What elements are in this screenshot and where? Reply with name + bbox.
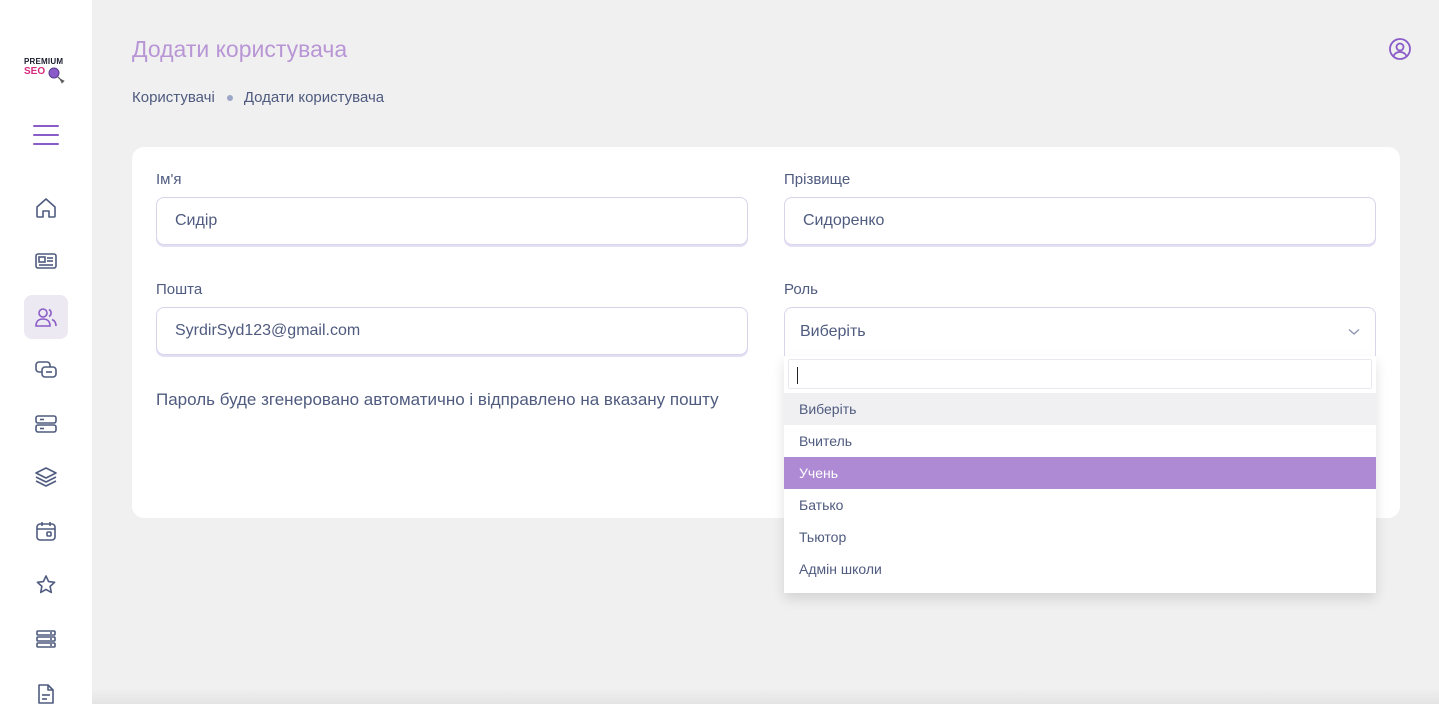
text-caret	[797, 367, 798, 384]
nav-layers[interactable]	[24, 455, 68, 499]
nav-home[interactable]	[24, 186, 68, 230]
role-dropdown: Виберіть Вчитель Учень Батько Тьютор Адм…	[784, 356, 1376, 593]
newspaper-icon	[35, 253, 57, 269]
role-option[interactable]: Батько	[784, 489, 1376, 521]
star-icon	[36, 575, 56, 594]
nav-news[interactable]	[24, 239, 68, 283]
nav-chat[interactable]	[24, 348, 68, 392]
server-icon	[35, 415, 57, 433]
breadcrumb: Користувачі Додати користувача	[132, 89, 384, 106]
footer-shadow	[92, 688, 1439, 704]
users-icon	[35, 308, 57, 327]
nav-favorites[interactable]	[24, 563, 68, 607]
dropdown-search-input[interactable]	[788, 359, 1372, 389]
nav-server[interactable]	[24, 402, 68, 446]
breadcrumb-users-link[interactable]: Користувачі	[132, 89, 215, 106]
first-name-label: Ім'я	[156, 171, 182, 188]
sidebar: PREMIUM SEO	[0, 0, 92, 704]
email-field[interactable]	[156, 307, 748, 355]
password-note: Пароль буде згенеровано автоматично і ві…	[156, 390, 719, 409]
nav-documents[interactable]	[24, 672, 68, 704]
first-name-field[interactable]	[156, 197, 748, 245]
breadcrumb-current: Додати користувача	[243, 89, 385, 106]
home-icon	[36, 198, 56, 218]
logo[interactable]: PREMIUM SEO	[24, 57, 72, 89]
role-option[interactable]: Учень	[784, 457, 1376, 489]
nav-calendar[interactable]	[24, 509, 68, 553]
last-name-label: Прізвище	[784, 171, 851, 188]
user-profile-icon[interactable]	[1388, 37, 1412, 61]
role-option[interactable]: Вчитель	[784, 425, 1376, 457]
email-label: Пошта	[156, 281, 203, 298]
nav-list[interactable]	[24, 617, 68, 661]
hamburger-menu-icon[interactable]	[32, 123, 60, 147]
role-option[interactable]: Адмін школи	[784, 553, 1376, 585]
role-selected-value: Виберіть	[800, 323, 866, 340]
document-icon	[38, 684, 54, 704]
list-icon	[36, 630, 56, 648]
breadcrumb-separator	[226, 94, 233, 101]
last-name-field[interactable]	[784, 197, 1376, 245]
nav-users[interactable]	[24, 295, 68, 339]
role-select[interactable]: Виберіть	[784, 307, 1376, 356]
chat-icon	[35, 361, 57, 378]
layers-icon	[35, 467, 57, 487]
role-option[interactable]: Тьютор	[784, 521, 1376, 553]
chevron-down-icon	[1348, 329, 1360, 335]
role-label: Роль	[784, 281, 818, 298]
calendar-icon	[36, 522, 56, 541]
page-title: Додати користувача	[132, 36, 348, 62]
magnifier-logo-icon	[48, 67, 65, 84]
role-option[interactable]: Виберіть	[784, 393, 1376, 425]
